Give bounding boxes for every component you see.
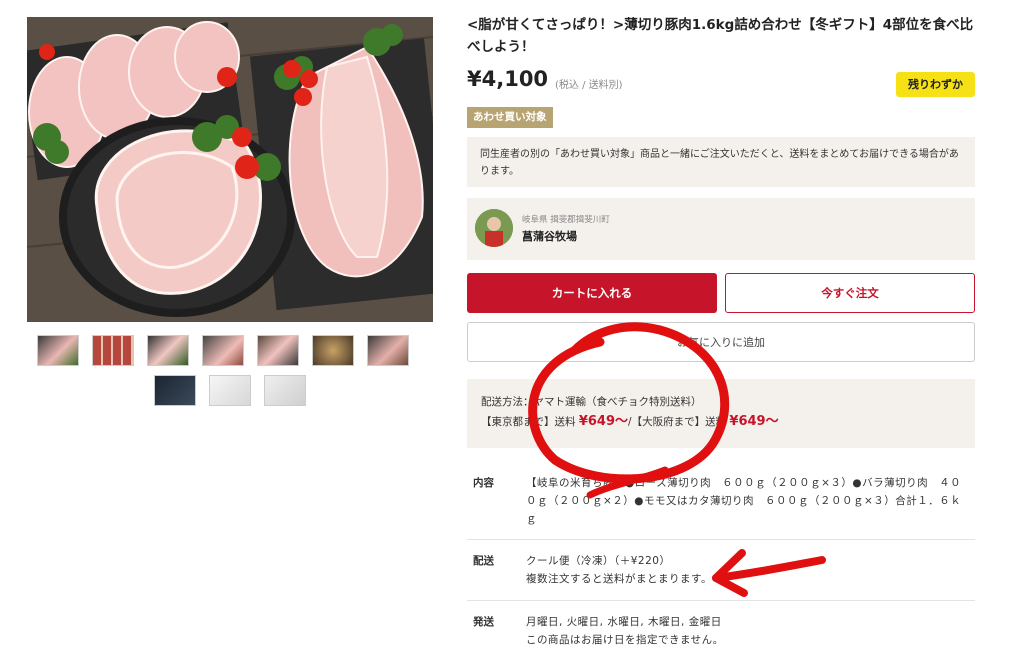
price-note: (税込 / 送料別) xyxy=(555,80,623,91)
thumbnail[interactable] xyxy=(264,375,306,406)
thumbnail[interactable] xyxy=(154,375,196,406)
thumbnail[interactable] xyxy=(312,335,354,366)
shipping-fees: 【東京都まで】送料 ¥649〜/【大阪府まで】送料 ¥649〜 xyxy=(481,412,961,432)
spec-label: 配送 xyxy=(473,555,494,567)
producer-card[interactable]: 岐阜県 揖斐郡揖斐川町 菖蒲谷牧場 xyxy=(467,198,975,260)
spec-row-contents: 内容 【岐阜の米育ち豚】●ロース薄切り肉 ６００ｇ（２００ｇ×３）●バラ薄切り肉… xyxy=(467,474,975,534)
shipping-osaka-label: /【大阪府まで】送料 xyxy=(628,416,727,428)
thumbnail[interactable] xyxy=(147,335,189,366)
spec-value: クール便（冷凍）（＋¥220） 複数注文すると送料がまとまります。 xyxy=(526,552,966,588)
thumbnail[interactable] xyxy=(257,335,299,366)
spec-value-line: この商品はお届け日を指定できません。 xyxy=(526,634,724,646)
thumbnail[interactable] xyxy=(37,335,79,366)
buy-now-button[interactable]: 今すぐ注文 xyxy=(725,273,975,313)
spec-value-line: 複数注文すると送料がまとまります。 xyxy=(526,573,712,585)
spec-row-delivery: 配送 クール便（冷凍）（＋¥220） 複数注文すると送料がまとまります。 xyxy=(467,552,975,592)
spec-value-line: クール便（冷凍）（＋¥220） xyxy=(526,555,671,567)
producer-location: 岐阜県 揖斐郡揖斐川町 xyxy=(522,215,610,225)
spec-value: 月曜日, 火曜日, 水曜日, 木曜日, 金曜日 この商品はお届け日を指定できませ… xyxy=(526,613,966,649)
bundle-tag: あわせ買い対象 xyxy=(467,107,553,128)
spec-value-line: 月曜日, 火曜日, 水曜日, 木曜日, 金曜日 xyxy=(526,616,722,628)
thumbnail[interactable] xyxy=(367,335,409,366)
product-main-image[interactable] xyxy=(27,17,433,322)
spec-label: 内容 xyxy=(473,477,494,489)
shipping-tokyo-price: ¥649〜 xyxy=(578,414,629,429)
add-to-favorites-button[interactable]: お気に入りに追加 xyxy=(467,322,975,362)
bundle-info: 同生産者の別の「あわせ買い対象」商品と一緒にご注文いただくと、送料をまとめてお届… xyxy=(467,137,975,187)
stock-badge: 残りわずか xyxy=(896,72,975,97)
add-to-cart-button[interactable]: カートに入れる xyxy=(467,273,717,313)
producer-name[interactable]: 菖蒲谷牧場 xyxy=(522,228,577,244)
producer-avatar[interactable] xyxy=(475,209,513,247)
product-title: <脂が甘くてさっぱり！>薄切り豚肉1.6kg詰め合わせ【冬ギフト】4部位を食べ比… xyxy=(467,17,974,55)
spec-label: 発送 xyxy=(473,616,494,628)
thumbnail[interactable] xyxy=(202,335,244,366)
thumbnail[interactable] xyxy=(92,335,134,366)
spec-value: 【岐阜の米育ち豚】●ロース薄切り肉 ６００ｇ（２００ｇ×３）●バラ薄切り肉 ４０… xyxy=(526,477,962,525)
shipping-method: 配送方法：ヤマト運輸（食べチョク特別送料） xyxy=(481,396,702,408)
thumbnail[interactable] xyxy=(209,375,251,406)
divider xyxy=(467,539,975,540)
divider xyxy=(467,600,975,601)
shipping-info: 配送方法：ヤマト運輸（食べチョク特別送料） 【東京都まで】送料 ¥649〜/【大… xyxy=(467,379,975,448)
shipping-osaka-price: ¥649〜 xyxy=(729,414,779,429)
spec-row-ship-days: 発送 月曜日, 火曜日, 水曜日, 木曜日, 金曜日 この商品はお届け日を指定で… xyxy=(467,613,975,646)
product-price: ¥4,100 xyxy=(467,67,549,91)
shipping-tokyo-label: 【東京都まで】送料 xyxy=(481,416,576,428)
